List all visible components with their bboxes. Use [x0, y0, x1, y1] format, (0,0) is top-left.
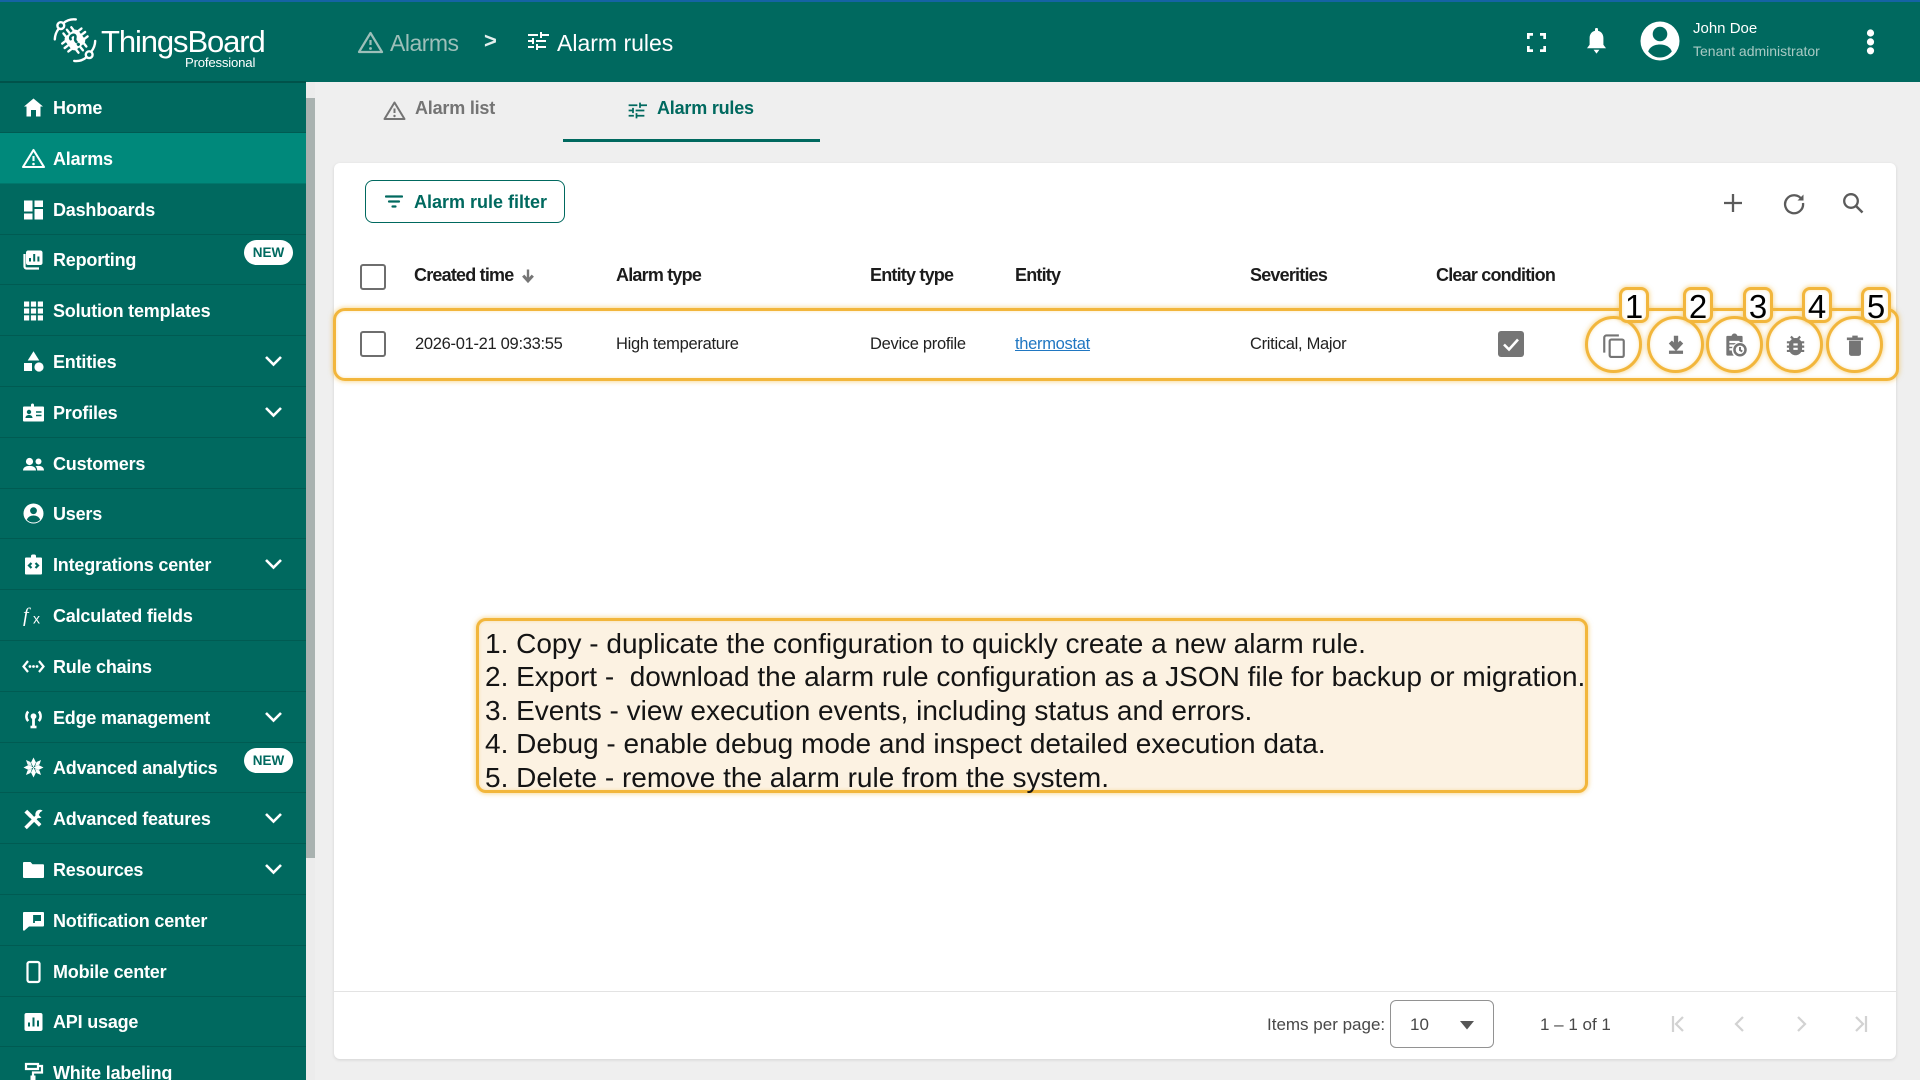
svg-text:f: f: [23, 605, 31, 627]
svg-text:x: x: [33, 611, 40, 627]
